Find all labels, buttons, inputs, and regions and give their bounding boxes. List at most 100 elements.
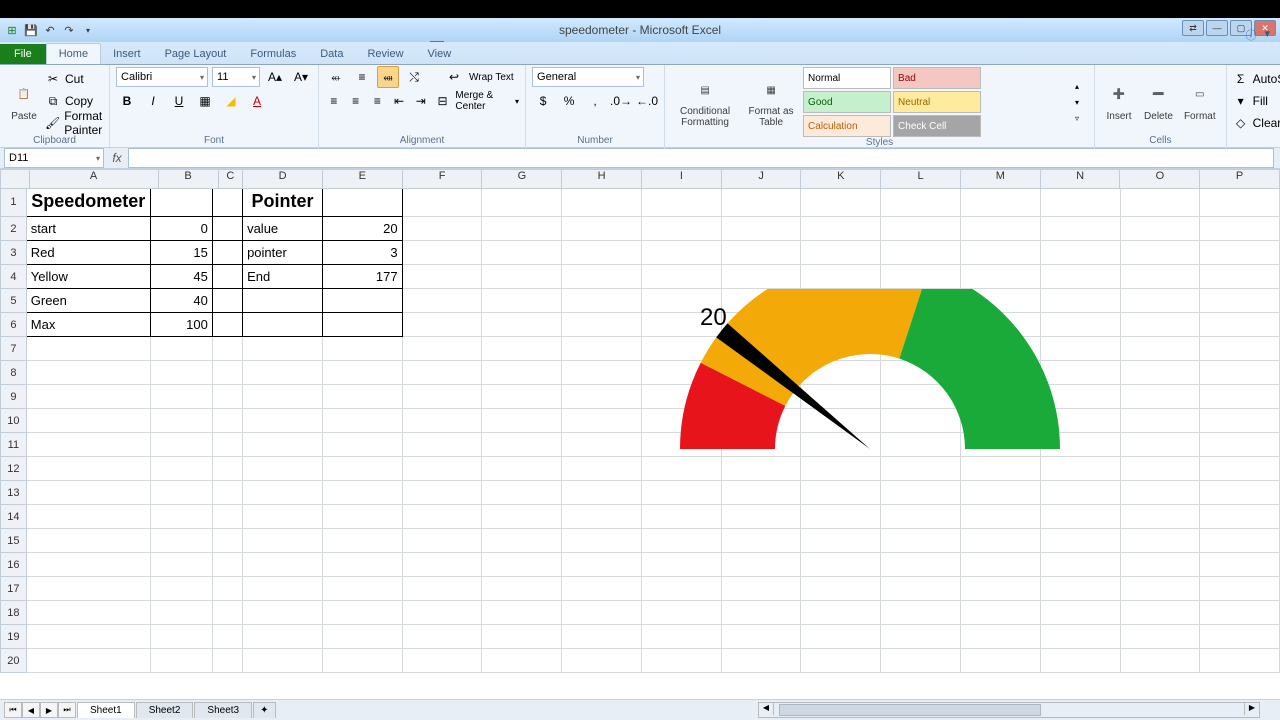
cell-A7[interactable] xyxy=(27,337,151,361)
cell-O2[interactable] xyxy=(1121,217,1201,241)
cell-N2[interactable] xyxy=(1041,217,1121,241)
cell-E10[interactable] xyxy=(323,409,403,433)
cell-B6[interactable]: 100 xyxy=(151,313,213,337)
conditional-formatting-button[interactable]: ▤Conditional Formatting xyxy=(671,74,739,130)
cell-E11[interactable] xyxy=(323,433,403,457)
cell-A1[interactable]: Speedometer xyxy=(27,187,151,217)
cell-F2[interactable] xyxy=(403,217,483,241)
row-header-15[interactable]: 15 xyxy=(0,529,27,553)
cell-B14[interactable] xyxy=(151,505,213,529)
cell-C8[interactable] xyxy=(213,361,243,385)
select-all-corner[interactable] xyxy=(0,169,30,189)
cell-K4[interactable] xyxy=(801,265,881,289)
tab-review[interactable]: Review xyxy=(355,44,415,64)
name-box[interactable]: D11 xyxy=(4,148,104,168)
ribbon-collapse-icon[interactable]: ▾ xyxy=(1264,27,1270,43)
tab-home[interactable]: Home xyxy=(46,43,101,64)
cell-N19[interactable] xyxy=(1041,625,1121,649)
cell-P17[interactable] xyxy=(1200,577,1280,601)
cell-K17[interactable] xyxy=(801,577,881,601)
cell-B2[interactable]: 0 xyxy=(151,217,213,241)
cell-D18[interactable] xyxy=(243,601,323,625)
cell-A14[interactable] xyxy=(27,505,151,529)
cell-F7[interactable] xyxy=(403,337,483,361)
col-header-L[interactable]: L xyxy=(881,169,961,189)
row-header-3[interactable]: 3 xyxy=(0,241,27,265)
cell-F20[interactable] xyxy=(403,649,483,673)
format-painter-button[interactable]: 🖌Format Painter xyxy=(45,113,103,133)
speedometer-chart[interactable]: 20 xyxy=(640,289,1080,569)
cell-O19[interactable] xyxy=(1121,625,1201,649)
cell-L17[interactable] xyxy=(881,577,961,601)
cell-K3[interactable] xyxy=(801,241,881,265)
cell-P1[interactable] xyxy=(1200,187,1280,217)
cell-P13[interactable] xyxy=(1200,481,1280,505)
row-header-20[interactable]: 20 xyxy=(0,649,27,673)
row-header-17[interactable]: 17 xyxy=(0,577,27,601)
cell-B19[interactable] xyxy=(151,625,213,649)
cell-D9[interactable] xyxy=(243,385,323,409)
cell-B15[interactable] xyxy=(151,529,213,553)
cell-M20[interactable] xyxy=(961,649,1041,673)
cell-P16[interactable] xyxy=(1200,553,1280,577)
cell-D17[interactable] xyxy=(243,577,323,601)
cell-G9[interactable] xyxy=(482,385,562,409)
cell-H12[interactable] xyxy=(562,457,642,481)
cell-N18[interactable] xyxy=(1041,601,1121,625)
cell-F10[interactable] xyxy=(403,409,483,433)
row-header-12[interactable]: 12 xyxy=(0,457,27,481)
cell-O12[interactable] xyxy=(1121,457,1201,481)
indent-inc-button[interactable]: ⇥ xyxy=(412,90,430,112)
cell-E5[interactable] xyxy=(323,289,403,313)
col-header-K[interactable]: K xyxy=(801,169,881,189)
cell-E8[interactable] xyxy=(323,361,403,385)
cell-C20[interactable] xyxy=(213,649,243,673)
cell-D2[interactable]: value xyxy=(243,217,323,241)
shrink-font-button[interactable]: A▾ xyxy=(290,66,312,88)
cell-E20[interactable] xyxy=(323,649,403,673)
cell-N1[interactable] xyxy=(1041,187,1121,217)
style-cell-bad[interactable]: Bad xyxy=(893,67,981,89)
insert-cells-button[interactable]: ➕Insert xyxy=(1101,79,1137,124)
orientation-button[interactable]: ⤭ xyxy=(403,66,425,88)
cell-A4[interactable]: Yellow xyxy=(27,265,151,289)
cell-J1[interactable] xyxy=(722,187,802,217)
cell-A6[interactable]: Max xyxy=(27,313,151,337)
cell-G20[interactable] xyxy=(482,649,562,673)
cell-P3[interactable] xyxy=(1200,241,1280,265)
cell-C2[interactable] xyxy=(213,217,243,241)
dec-decimal-button[interactable]: ←.0 xyxy=(636,90,658,112)
col-header-H[interactable]: H xyxy=(562,169,642,189)
cell-D20[interactable] xyxy=(243,649,323,673)
row-header-4[interactable]: 4 xyxy=(0,265,27,289)
align-right-button[interactable]: ≡ xyxy=(368,90,386,112)
bold-button[interactable]: B xyxy=(116,90,138,112)
cell-J3[interactable] xyxy=(722,241,802,265)
new-sheet-button[interactable]: ✦ xyxy=(253,702,275,718)
cell-G7[interactable] xyxy=(482,337,562,361)
fx-icon[interactable]: fx xyxy=(106,151,128,165)
cell-M17[interactable] xyxy=(961,577,1041,601)
cell-H13[interactable] xyxy=(562,481,642,505)
cell-H15[interactable] xyxy=(562,529,642,553)
cell-E17[interactable] xyxy=(323,577,403,601)
cell-H14[interactable] xyxy=(562,505,642,529)
cell-D5[interactable] xyxy=(243,289,323,313)
cell-O16[interactable] xyxy=(1121,553,1201,577)
col-header-E[interactable]: E xyxy=(323,169,403,189)
row-header-11[interactable]: 11 xyxy=(0,433,27,457)
cell-H6[interactable] xyxy=(562,313,642,337)
cell-G6[interactable] xyxy=(482,313,562,337)
sheet-tab-2[interactable]: Sheet2 xyxy=(136,702,194,718)
cell-B11[interactable] xyxy=(151,433,213,457)
cell-H20[interactable] xyxy=(562,649,642,673)
cell-H9[interactable] xyxy=(562,385,642,409)
cell-B3[interactable]: 15 xyxy=(151,241,213,265)
copy-button[interactable]: ⧉Copy xyxy=(45,91,103,111)
align-left-button[interactable]: ≡ xyxy=(325,90,343,112)
cell-E15[interactable] xyxy=(323,529,403,553)
cell-D7[interactable] xyxy=(243,337,323,361)
cell-J19[interactable] xyxy=(722,625,802,649)
cell-M4[interactable] xyxy=(961,265,1041,289)
cell-P12[interactable] xyxy=(1200,457,1280,481)
